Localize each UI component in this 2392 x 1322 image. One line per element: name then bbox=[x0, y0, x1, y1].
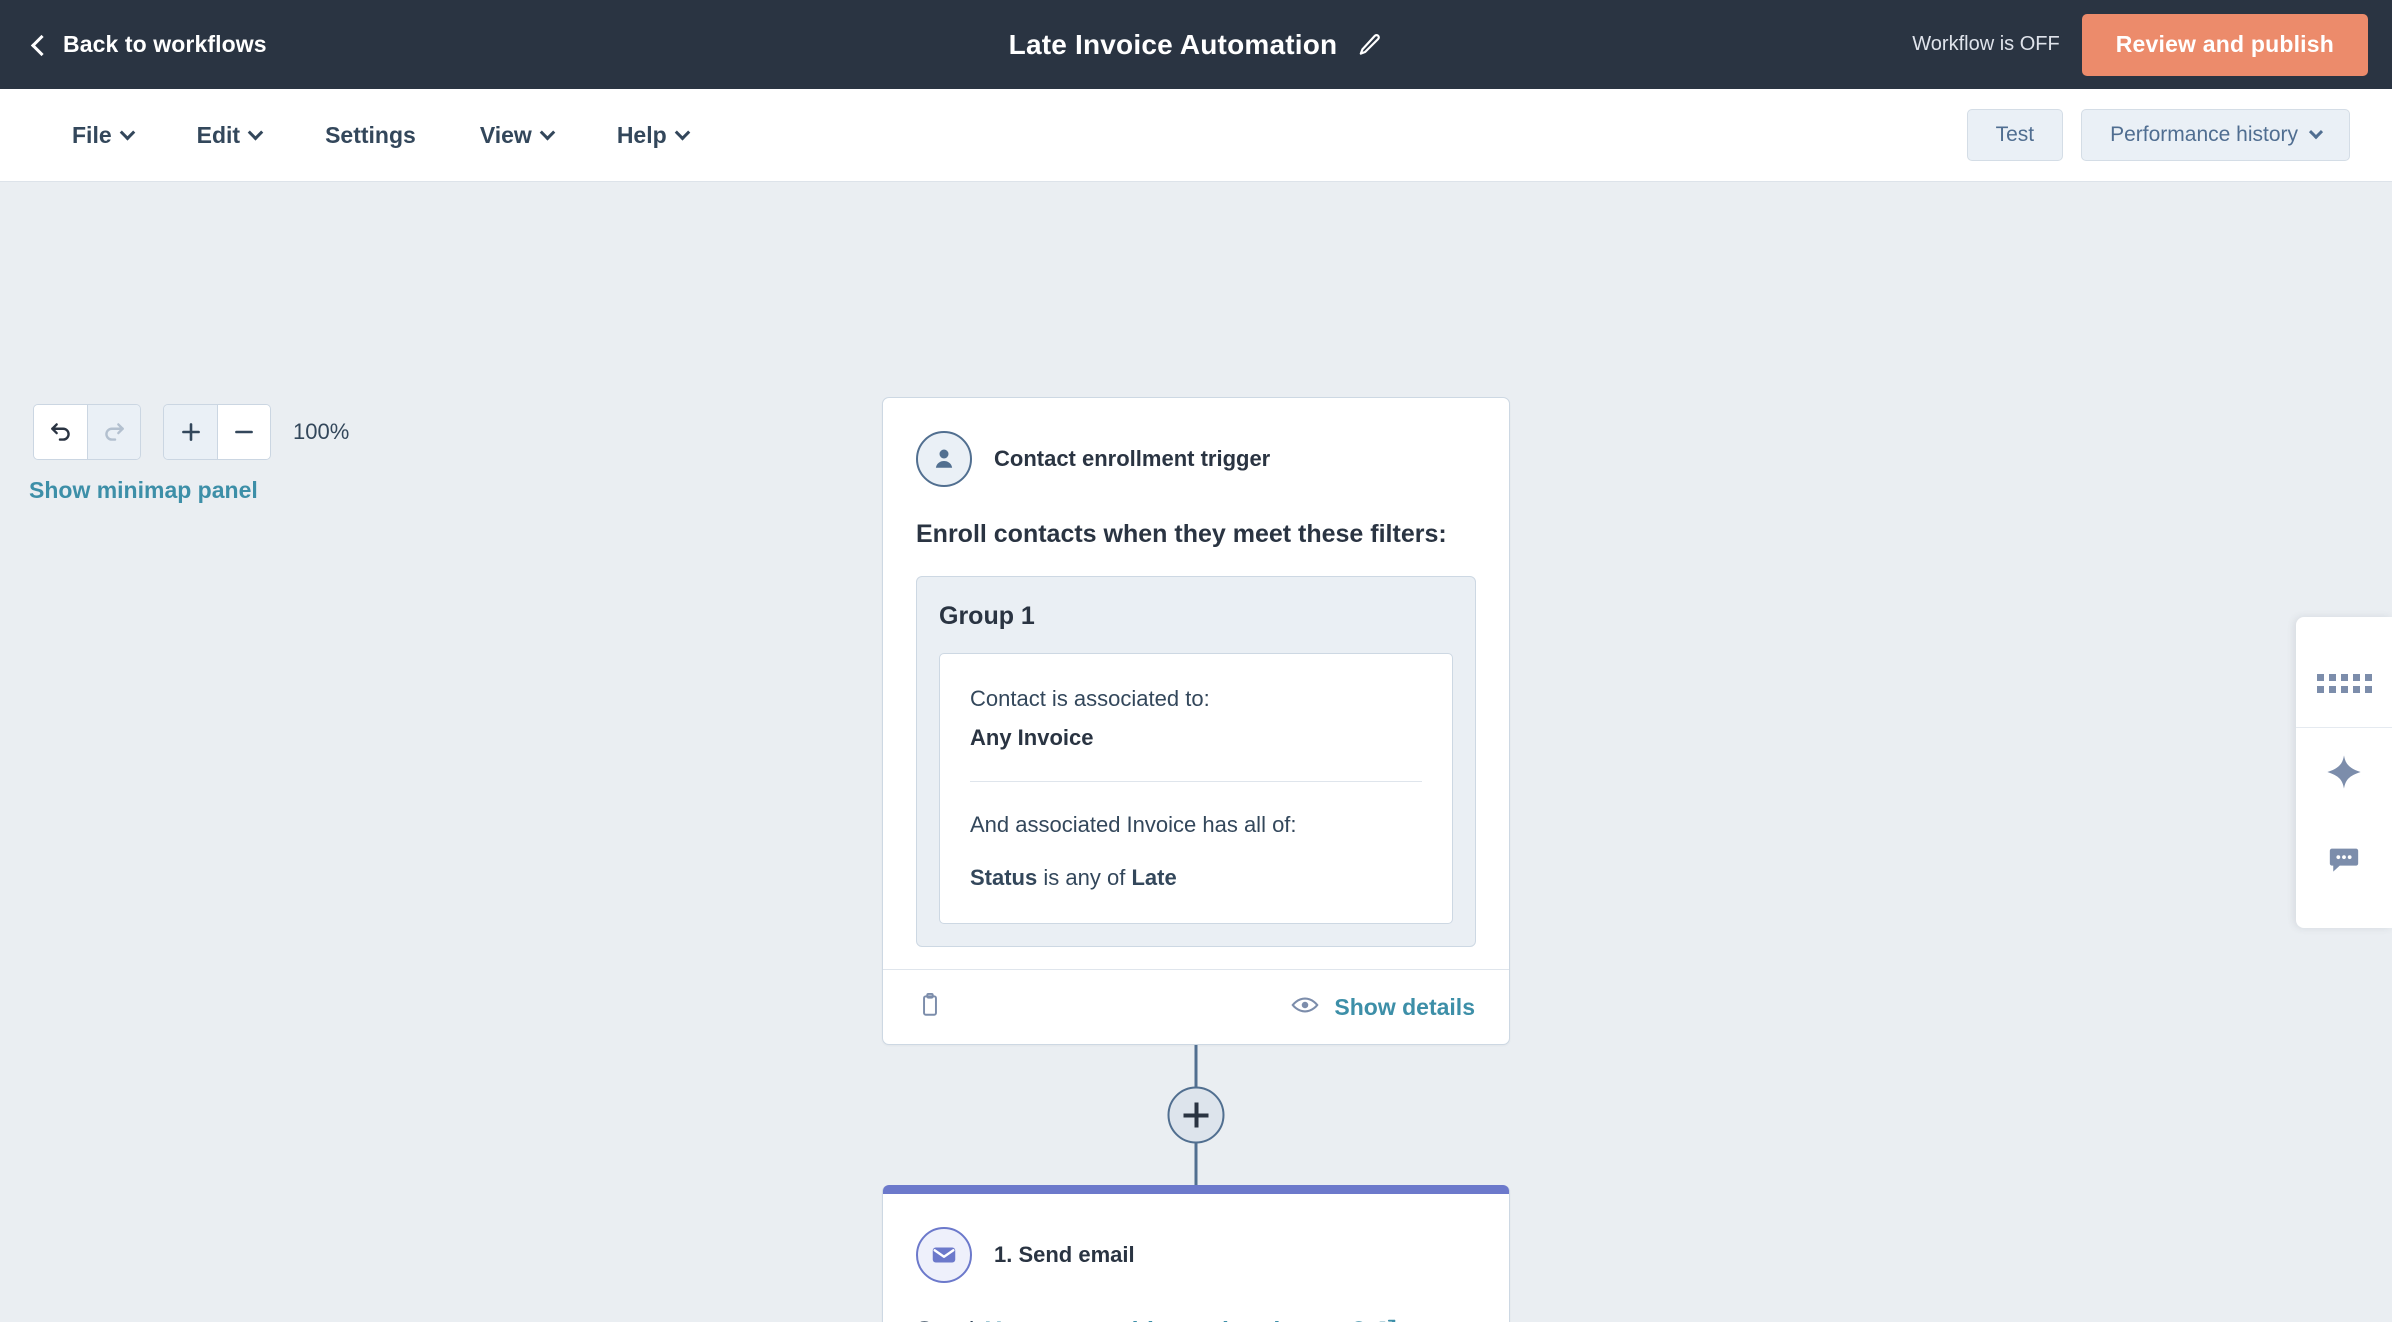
redo-arrow-icon bbox=[105, 423, 124, 441]
menu-item-help-label: Help bbox=[616, 121, 667, 148]
test-button[interactable]: Test bbox=[1966, 109, 2064, 161]
menu-bar: File Edit Settings View Help Test Perfor… bbox=[0, 89, 2392, 182]
filter-conditions[interactable]: Contact is associated to: Any Invoice An… bbox=[939, 653, 1453, 924]
workflow-flow: Contact enrollment trigger Enroll contac… bbox=[882, 397, 1510, 1322]
apps-grid-button[interactable] bbox=[2296, 639, 2392, 727]
trigger-card-footer: Show details bbox=[883, 969, 1509, 1044]
person-glyph bbox=[935, 449, 953, 468]
menu-item-help[interactable]: Help bbox=[585, 112, 720, 159]
menu-item-view-label: View bbox=[479, 121, 532, 148]
enroll-filters-label: Enroll contacts when they meet these fil… bbox=[916, 520, 1447, 548]
trigger-card-title: Contact enrollment trigger bbox=[994, 446, 1271, 471]
condition-divider bbox=[970, 781, 1422, 782]
menu-item-edit-label: Edit bbox=[196, 121, 241, 148]
action-card-body: 1. Send email Send Have you paid your in… bbox=[883, 1194, 1509, 1322]
envelope-glyph bbox=[932, 1247, 956, 1263]
top-bar: Back to workflows Late Invoice Automatio… bbox=[0, 0, 2392, 89]
condition-1-value: Any Invoice bbox=[970, 724, 1094, 750]
condition-2-operator: is any of bbox=[1043, 864, 1126, 890]
performance-history-label: Performance history bbox=[2110, 123, 2298, 146]
chevron-down-icon bbox=[119, 124, 135, 140]
menu-item-file[interactable]: File bbox=[40, 112, 165, 159]
chevron-left-icon bbox=[30, 34, 53, 56]
menu-item-settings[interactable]: Settings bbox=[293, 112, 448, 159]
chat-bubble-icon bbox=[2329, 848, 2359, 872]
send-email-summary: Send Have you paid your invoice yet? bbox=[916, 1317, 1476, 1322]
pencil-icon[interactable] bbox=[1357, 32, 1383, 58]
workflow-canvas[interactable]: 100% Show minimap panel Contact enrollme… bbox=[0, 182, 2392, 1322]
zoom-button-group bbox=[163, 404, 271, 460]
right-side-dock bbox=[2296, 617, 2392, 928]
email-asset-link[interactable]: Have you paid your invoice yet? bbox=[984, 1317, 1366, 1322]
action-card-header: 1. Send email bbox=[916, 1227, 1476, 1283]
canvas-toolbar: 100% bbox=[33, 404, 349, 460]
add-step-button[interactable] bbox=[1167, 1086, 1225, 1144]
send-email-action-card[interactable]: 1. Send email Send Have you paid your in… bbox=[882, 1185, 1510, 1322]
condition-1-prefix: Contact is associated to: bbox=[970, 686, 1210, 711]
trigger-footer-icons bbox=[917, 992, 943, 1023]
history-button-group bbox=[33, 404, 141, 460]
zoom-in-button[interactable] bbox=[164, 405, 217, 459]
back-to-workflows-label: Back to workflows bbox=[63, 31, 267, 57]
menu-item-edit[interactable]: Edit bbox=[165, 112, 293, 159]
review-and-publish-button[interactable]: Review and publish bbox=[2081, 13, 2368, 76]
contact-enrollment-trigger-card[interactable]: Contact enrollment trigger Enroll contac… bbox=[882, 397, 1510, 1045]
undo-button[interactable] bbox=[34, 405, 87, 459]
test-button-label: Test bbox=[1995, 123, 2035, 146]
condition-2-expression: Status is any of Late bbox=[970, 859, 1422, 898]
sparkle-ai-icon bbox=[2327, 755, 2361, 789]
menu-item-file-label: File bbox=[72, 121, 112, 148]
chevron-down-icon bbox=[2308, 125, 2324, 140]
eye-icon bbox=[1291, 994, 1319, 1021]
menu-items: File Edit Settings View Help bbox=[0, 112, 720, 159]
chat-button[interactable] bbox=[2296, 816, 2392, 904]
clipboard-icon[interactable] bbox=[917, 992, 943, 1023]
trigger-show-details-button[interactable]: Show details bbox=[1291, 994, 1475, 1021]
chevron-down-icon bbox=[247, 124, 264, 140]
envelope-icon bbox=[916, 1227, 972, 1283]
ai-assistant-button[interactable] bbox=[2296, 728, 2392, 816]
workflow-status-text: Workflow is OFF bbox=[1912, 33, 2060, 55]
menu-bar-actions: Test Performance history bbox=[1966, 109, 2392, 161]
top-bar-actions: Workflow is OFF Review and publish bbox=[1912, 13, 2392, 76]
performance-history-button[interactable]: Performance history bbox=[2081, 109, 2350, 161]
condition-2-prefix: And associated Invoice has all of: bbox=[970, 812, 1297, 837]
redo-button[interactable] bbox=[87, 405, 140, 459]
flow-connector bbox=[882, 1045, 1510, 1185]
apps-grid-icon bbox=[2316, 673, 2372, 693]
back-to-workflows-link[interactable]: Back to workflows bbox=[30, 31, 267, 58]
action-card-title: 1. Send email bbox=[994, 1242, 1135, 1267]
undo-arrow-icon bbox=[50, 423, 70, 441]
chevron-down-icon bbox=[539, 124, 556, 140]
menu-item-settings-label: Settings bbox=[325, 121, 416, 148]
external-link-icon[interactable] bbox=[1376, 1317, 1398, 1322]
contact-person-icon bbox=[916, 431, 972, 487]
trigger-show-details-label: Show details bbox=[1334, 993, 1475, 1020]
zoom-level-label: 100% bbox=[293, 419, 350, 444]
chevron-down-icon bbox=[674, 124, 690, 140]
filter-group-1[interactable]: Group 1 Contact is associated to: Any In… bbox=[916, 576, 1476, 947]
send-prefix-label: Send bbox=[916, 1317, 974, 1322]
minus-icon bbox=[235, 430, 253, 434]
trigger-card-header: Contact enrollment trigger bbox=[916, 431, 1476, 487]
page-title: Late Invoice Automation bbox=[1008, 28, 1338, 60]
plus-icon bbox=[181, 423, 200, 441]
trigger-card-body: Contact enrollment trigger Enroll contac… bbox=[883, 398, 1509, 969]
show-minimap-panel-link[interactable]: Show minimap panel bbox=[29, 477, 258, 504]
condition-2-property: Status bbox=[970, 864, 1038, 890]
action-accent-bar bbox=[883, 1185, 1509, 1194]
condition-2-value: Late bbox=[1131, 864, 1177, 890]
filter-group-title: Group 1 bbox=[939, 602, 1035, 630]
menu-item-view[interactable]: View bbox=[448, 112, 585, 159]
zoom-out-button[interactable] bbox=[217, 405, 270, 459]
